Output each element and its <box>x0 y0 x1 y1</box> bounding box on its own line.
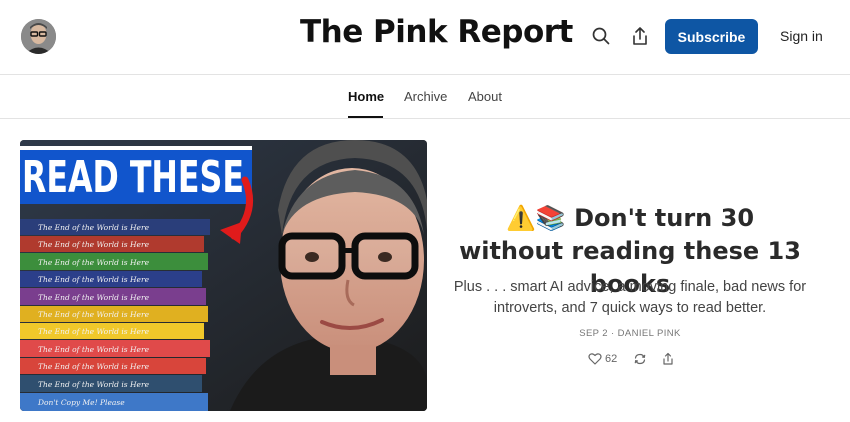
avatar-image <box>21 19 56 54</box>
svg-text:The End of the World is Here: The End of the World is Here <box>38 240 150 249</box>
post-subtitle[interactable]: Plus . . . smart AI advice, a moving fin… <box>450 277 810 319</box>
search-icon[interactable] <box>590 25 612 47</box>
svg-text:Don't Copy Me! Please: Don't Copy Me! Please <box>37 398 125 407</box>
tab-about[interactable]: About <box>468 89 502 104</box>
site-header: The Pink Report Subscribe Sign in <box>0 0 850 75</box>
active-tab-indicator <box>348 116 383 118</box>
post-meta: SEP 2 · DANIEL PINK <box>579 328 681 339</box>
svg-text:The End of the World is Here: The End of the World is Here <box>38 380 150 389</box>
like-count: 62 <box>605 353 618 365</box>
share-post-icon[interactable] <box>661 352 675 366</box>
author-avatar[interactable] <box>21 19 56 54</box>
thumbnail-banner-text: READ THESE <box>22 152 244 203</box>
tab-archive[interactable]: Archive <box>404 89 447 104</box>
signin-link[interactable]: Sign in <box>780 28 823 44</box>
svg-text:The End of the World is Here: The End of the World is Here <box>38 310 150 319</box>
svg-text:The End of the World is Here: The End of the World is Here <box>38 327 150 336</box>
svg-text:The End of the World is Here: The End of the World is Here <box>38 223 150 232</box>
svg-text:The End of the World is Here: The End of the World is Here <box>38 258 150 267</box>
post-actions: 62 <box>588 351 675 367</box>
heart-icon[interactable] <box>588 352 602 366</box>
share-icon[interactable] <box>629 25 651 47</box>
subscribe-button[interactable]: Subscribe <box>665 19 758 54</box>
svg-text:The End of the World is Here: The End of the World is Here <box>38 362 150 371</box>
restack-icon[interactable] <box>633 352 647 366</box>
post-thumbnail[interactable]: The End of the World is Here The End of … <box>20 140 427 411</box>
site-title[interactable]: The Pink Report <box>300 14 573 50</box>
svg-text:The End of the World is Here: The End of the World is Here <box>38 345 150 354</box>
svg-text:The End of the World is Here: The End of the World is Here <box>38 275 150 284</box>
tab-home[interactable]: Home <box>348 89 384 104</box>
thumbnail-image: The End of the World is Here The End of … <box>20 140 427 411</box>
svg-text:The End of the World is Here: The End of the World is Here <box>38 293 150 302</box>
nav-bar: Home Archive About <box>0 76 850 119</box>
